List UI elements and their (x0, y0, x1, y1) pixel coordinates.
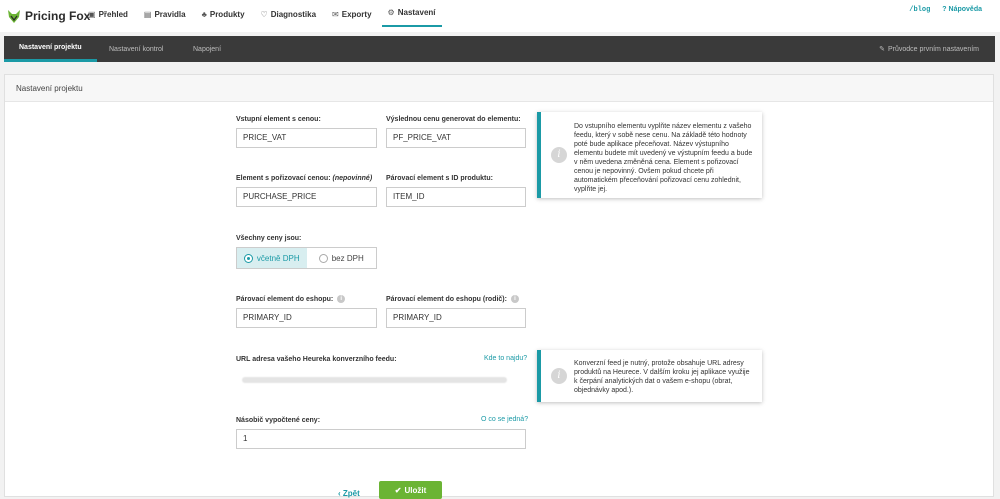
nav-label: Diagnostika (270, 9, 317, 19)
products-icon: ♣ (201, 9, 207, 19)
note-text: Do vstupního elementu vyplňte název elem… (574, 123, 753, 193)
info-icon[interactable]: i (510, 295, 519, 303)
blurred-url-value (242, 377, 507, 383)
question-icon: ? (942, 6, 947, 13)
info-note-elements: i Do vstupního elementu vyplňte název el… (537, 112, 762, 198)
multiplier-label: Násobič vypočtené ceny: (236, 417, 321, 424)
info-icon: i (551, 368, 567, 384)
output-element-label: Výslednou cenu generovat do elementu: (386, 116, 521, 123)
nav-products[interactable]: ♣ Produkty (196, 0, 251, 28)
radio-without-vat[interactable]: bez DPH (307, 248, 377, 268)
radio-dot (243, 253, 253, 263)
tab-control-settings[interactable]: Nastavení kontrol (94, 36, 178, 62)
purchase-label-text: Element s pořizovací cenou: (236, 175, 331, 182)
sub-nav: Nastavení projektu Nastavení kontrol Nap… (4, 36, 995, 62)
top-bar: Pricing Fox ▣ Přehled ▤ Pravidla ♣ Produkty… (0, 0, 1000, 32)
nav-label: Pravidla (154, 9, 186, 19)
nav-settings[interactable]: ⚙ Nastavení (381, 0, 442, 27)
radio-with-vat[interactable]: včetně DPH (237, 248, 307, 268)
nav-exports[interactable]: ✉ Exporty (326, 0, 378, 28)
save-button[interactable]: ✔ Uložit (379, 481, 442, 499)
eshop-pair-text: Párovací element do eshopu: (236, 295, 334, 303)
where-to-find-link[interactable]: Kde to najdu? (484, 355, 527, 362)
guide-label: Průvodce prvním nastavením (887, 45, 979, 53)
input-element-field[interactable]: PRICE_VAT (236, 128, 377, 148)
main-nav: ▣ Přehled ▤ Pravidla ♣ Produkty ♡ Diagnostik… (82, 0, 446, 32)
setup-guide-link[interactable]: ✎ Průvodce prvním nastavením (879, 36, 979, 62)
pencil-icon: ✎ (879, 46, 885, 53)
radio-label: bez DPH (331, 253, 364, 263)
card-title: Nastavení projektu (5, 75, 993, 102)
tab-project-settings[interactable]: Nastavení projektu (4, 36, 97, 62)
dashboard-icon: ▣ (88, 9, 96, 19)
logo[interactable]: Pricing Fox (7, 7, 90, 25)
app-name: Pricing Fox (25, 9, 91, 23)
radio-dot (318, 253, 328, 263)
blog-link[interactable]: /blog (909, 6, 930, 14)
prices-are-label: Všechny ceny jsou: (236, 235, 302, 242)
multiplier-field[interactable]: 1 (236, 429, 526, 449)
nav-diagnostics[interactable]: ♡ Diagnostika (255, 0, 323, 28)
save-label: Uložit (404, 485, 427, 495)
diagnostics-icon: ♡ (260, 9, 268, 19)
output-element-field[interactable]: PF_PRICE_VAT (386, 128, 526, 148)
eshop-pair-parent-label: Párovací element do eshopu (rodič): i (386, 295, 519, 303)
eshop-pair-parent-text: Párovací element do eshopu (rodič): (386, 295, 507, 303)
tab-connection[interactable]: Napojení (178, 36, 236, 62)
eshop-pair-parent-field[interactable]: PRIMARY_ID (386, 308, 526, 328)
note-text: Konverzní feed je nutný, protože obsahuj… (574, 360, 750, 394)
fox-logo-icon (8, 10, 20, 23)
info-icon[interactable]: i (337, 295, 346, 303)
optional-hint: (nepovinné) (332, 175, 373, 182)
help-label: Nápověda (948, 6, 982, 13)
id-element-label: Párovací element s ID produktu: (386, 175, 493, 182)
gear-icon: ⚙ (387, 8, 395, 17)
nav-label: Přehled (98, 9, 128, 19)
purchase-element-label: Element s pořizovací cenou: (nepovinné) (236, 175, 372, 182)
what-is-it-link[interactable]: O co se jedná? (481, 416, 528, 423)
input-element-label: Vstupní element s cenou: (236, 116, 321, 123)
heureka-url-label: URL adresa vašeho Heureka konverzního fe… (236, 356, 397, 363)
id-element-field[interactable]: ITEM_ID (386, 187, 526, 207)
rules-icon: ▤ (143, 9, 152, 19)
eshop-pair-field[interactable]: PRIMARY_ID (236, 308, 377, 328)
nav-rules[interactable]: ▤ Pravidla (138, 0, 192, 28)
eshop-pair-label: Párovací element do eshopu: i (236, 295, 346, 303)
nav-overview[interactable]: ▣ Přehled (82, 0, 134, 28)
help-link[interactable]: ? Nápověda (942, 6, 982, 14)
info-icon: i (551, 147, 567, 163)
info-note-feed: i Konverzní feed je nutný, protože obsah… (537, 350, 762, 402)
nav-label: Produkty (209, 9, 245, 19)
nav-label: Nastavení (397, 8, 436, 17)
purchase-element-field[interactable]: PURCHASE_PRICE (236, 187, 377, 207)
envelope-icon: ✉ (332, 9, 339, 19)
nav-label: Exporty (341, 9, 372, 19)
check-icon: ✔ (394, 485, 402, 495)
top-right-links: /blog ? Nápověda (909, 6, 982, 14)
vat-radio-group: včetně DPH bez DPH (236, 247, 377, 269)
radio-label: včetně DPH (256, 253, 300, 263)
